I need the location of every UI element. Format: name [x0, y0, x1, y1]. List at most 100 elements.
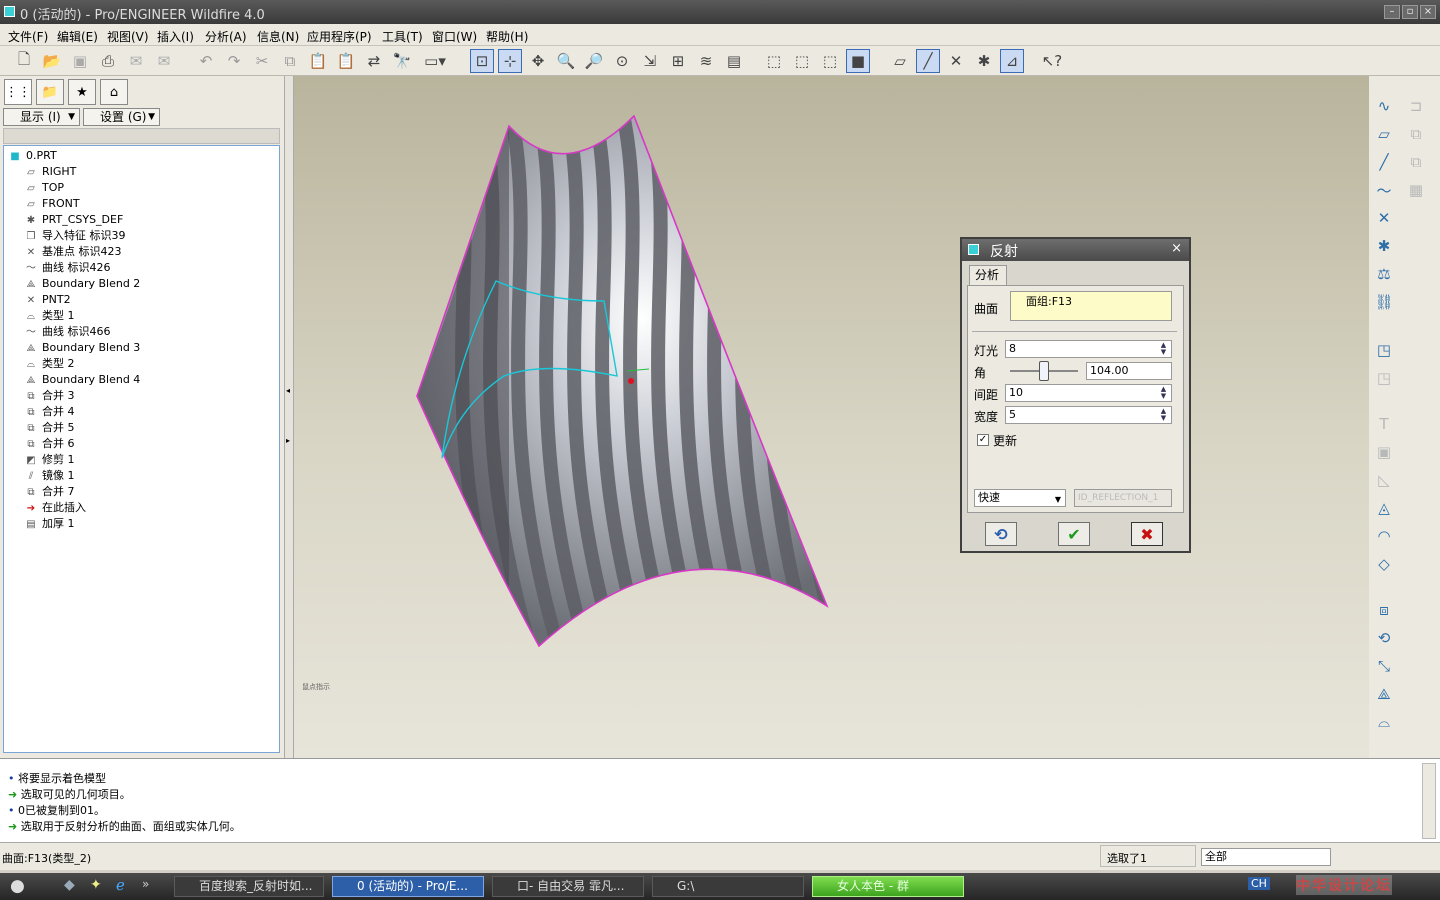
round-icon[interactable]: ◠ — [1371, 524, 1397, 548]
analysis-feature-icon[interactable]: ⚖ — [1371, 262, 1397, 286]
language-indicator[interactable]: CH — [1248, 877, 1270, 890]
panel-splitter[interactable]: ◂ ▸ — [284, 76, 294, 758]
hidden-line-icon[interactable]: ⬚ — [790, 49, 814, 73]
tree-item[interactable]: ➔ 在此插入 — [24, 500, 86, 516]
datum-curve-tool-icon[interactable]: 〜 — [1371, 178, 1397, 202]
repeat-button[interactable]: ⟲ — [985, 522, 1017, 546]
task-forum[interactable]: 口- 自由交易 霏凡... — [492, 876, 644, 897]
spacing-field[interactable]: 10 ▲ ▼ — [1005, 384, 1172, 402]
send-mail-icon[interactable]: ✉ — [124, 49, 148, 73]
task-proe[interactable]: 0 (活动的) - Pro/E... — [332, 876, 484, 897]
shading-icon[interactable]: ■ — [846, 49, 870, 73]
datum-point-tool-icon[interactable]: ✕ — [1371, 206, 1397, 230]
tree-item[interactable]: ⧉ 合并 3 — [24, 388, 74, 404]
tree-item[interactable]: ■ 0.PRT — [8, 148, 56, 164]
tree-item[interactable]: ✱ PRT_CSYS_DEF — [24, 212, 124, 228]
tree-item[interactable]: ⧉ 合并 5 — [24, 420, 74, 436]
datum-axis-tool-icon[interactable]: ╱ — [1371, 150, 1397, 174]
angle-slider-thumb[interactable] — [1039, 361, 1049, 381]
draft-icon[interactable]: ◬ — [1371, 496, 1397, 520]
sketch-icon[interactable]: ∿ — [1371, 94, 1397, 118]
no-hidden-icon[interactable]: ⬚ — [818, 49, 842, 73]
menu-help[interactable]: 帮助(H) — [486, 28, 528, 45]
start-icon[interactable]: ● — [10, 876, 25, 896]
model-view[interactable] — [294, 76, 1369, 758]
selection-box-icon[interactable]: ▭▾ — [418, 49, 452, 73]
undo-icon[interactable]: ↶ — [194, 49, 218, 73]
spin-center-icon[interactable]: ⊹ — [498, 49, 522, 73]
find-icon[interactable]: 🔭 — [390, 49, 414, 73]
width-field[interactable]: 5 ▲ ▼ — [1005, 406, 1172, 424]
tree-item[interactable]: ✕ 基准点 标识423 — [24, 244, 122, 260]
task-baidu[interactable]: 百度搜索_反射时如... — [174, 876, 324, 897]
maximize-button[interactable]: ▫ — [1402, 5, 1418, 19]
menu-edit[interactable]: 编辑(E) — [57, 28, 98, 45]
expand-right-icon[interactable]: ▸ — [286, 436, 290, 445]
menu-window[interactable]: 窗口(W) — [432, 28, 477, 45]
update-checkbox[interactable]: ✓ — [977, 434, 989, 446]
repaint-icon[interactable]: ⊡ — [470, 49, 494, 73]
datum-plane-tool-icon[interactable]: ▱ — [1371, 122, 1397, 146]
extrude-icon[interactable]: ◳ — [1371, 338, 1397, 362]
csys-tool-icon[interactable]: ✱ — [1371, 234, 1397, 258]
redo-icon[interactable]: ↷ — [222, 49, 246, 73]
desktop-icon[interactable]: ✦ — [90, 877, 102, 893]
dialog-close-icon[interactable]: × — [1171, 241, 1182, 256]
spinner-icon[interactable]: ▲ ▼ — [1158, 408, 1169, 422]
tree-item[interactable]: ⌓ 类型 2 — [24, 356, 74, 372]
filter-select[interactable]: 全部 — [1201, 848, 1331, 866]
view-manager-icon[interactable]: ▤ — [722, 49, 746, 73]
graphics-window[interactable]: 鼠点指示 — [294, 76, 1369, 758]
new-file-icon[interactable]: 🗋 — [12, 49, 36, 73]
tree-item[interactable]: ⫽ 镜像 1 — [24, 468, 75, 484]
chamfer-icon[interactable]: ◇ — [1371, 552, 1397, 576]
layers-icon[interactable]: ≋ — [694, 49, 718, 73]
tree-item[interactable]: ◩ 修剪 1 — [24, 452, 74, 468]
datum-planes-toggle-icon[interactable]: ▱ — [888, 49, 912, 73]
surface-collector[interactable]: 面组:F13 — [1010, 291, 1172, 321]
show-dropdown[interactable]: 显示 (I) ▼ — [3, 108, 80, 126]
tree-item[interactable]: ⟁ Boundary Blend 2 — [24, 276, 141, 292]
tree-item[interactable]: ⧉ 合并 7 — [24, 484, 74, 500]
model-tree-tab[interactable]: ⋮⋮ — [4, 79, 32, 105]
menu-info[interactable]: 信息(N) — [257, 28, 299, 45]
chain-icon[interactable]: ⛓ — [1371, 290, 1397, 314]
quicklaunch-icon[interactable]: ◆ — [64, 877, 75, 893]
favorites-tab[interactable]: ★ — [68, 79, 96, 105]
zoom-out-icon[interactable]: 🔎 — [582, 49, 606, 73]
revolve-solid-icon[interactable]: ⟲ — [1371, 626, 1397, 650]
minimize-button[interactable]: – — [1384, 5, 1400, 19]
task-explorer[interactable]: G:\ — [652, 876, 804, 897]
save-icon[interactable]: ▣ — [68, 49, 92, 73]
tab-analysis[interactable]: 分析 — [969, 265, 1007, 285]
datum-axes-toggle-icon[interactable]: ╱ — [916, 49, 940, 73]
tree-item[interactable]: ❒ 导入特征 标识39 — [24, 228, 126, 244]
settings-dropdown[interactable]: 设置 (G) ▼ — [83, 108, 160, 126]
angle-field[interactable]: 104.00 — [1086, 362, 1172, 380]
collapse-left-icon[interactable]: ◂ — [286, 386, 290, 395]
tree-item[interactable]: ⟁ Boundary Blend 3 — [24, 340, 141, 356]
browser-icon[interactable]: ℯ — [116, 876, 125, 894]
zoom-in-icon[interactable]: 🔍 — [554, 49, 578, 73]
send-link-icon[interactable]: ✉ — [152, 49, 176, 73]
task-chat[interactable]: 女人本色 - 群 — [812, 876, 964, 897]
tree-item[interactable]: ▱ RIGHT — [24, 164, 76, 180]
blend-icon[interactable]: ⟁ — [1371, 682, 1397, 706]
menu-file[interactable]: 文件(F) — [8, 28, 48, 45]
open-folder-icon[interactable]: 📂 — [40, 49, 64, 73]
spinner-icon[interactable]: ▲ ▼ — [1158, 342, 1169, 356]
folder-browser-tab[interactable]: 📁 — [36, 79, 64, 105]
annotation-toggle-icon[interactable]: ⊿ — [1000, 49, 1024, 73]
mode-select[interactable]: 快速 ▼ — [974, 489, 1066, 507]
tree-item[interactable]: ▱ FRONT — [24, 196, 79, 212]
wireframe-icon[interactable]: ⬚ — [762, 49, 786, 73]
cut-icon[interactable]: ✂ — [250, 49, 274, 73]
tree-item[interactable]: ⟁ Boundary Blend 4 — [24, 372, 141, 388]
menu-applications[interactable]: 应用程序(P) — [307, 28, 372, 45]
datum-points-toggle-icon[interactable]: ✕ — [944, 49, 968, 73]
menu-insert[interactable]: 插入(I) — [157, 28, 194, 45]
extrude-solid-icon[interactable]: ⧈ — [1371, 598, 1397, 622]
sweep-icon[interactable]: ⤡ — [1371, 654, 1397, 678]
ok-button[interactable]: ✔ — [1058, 522, 1090, 546]
tree-item[interactable]: 〜曲线 标识426 — [24, 260, 111, 276]
